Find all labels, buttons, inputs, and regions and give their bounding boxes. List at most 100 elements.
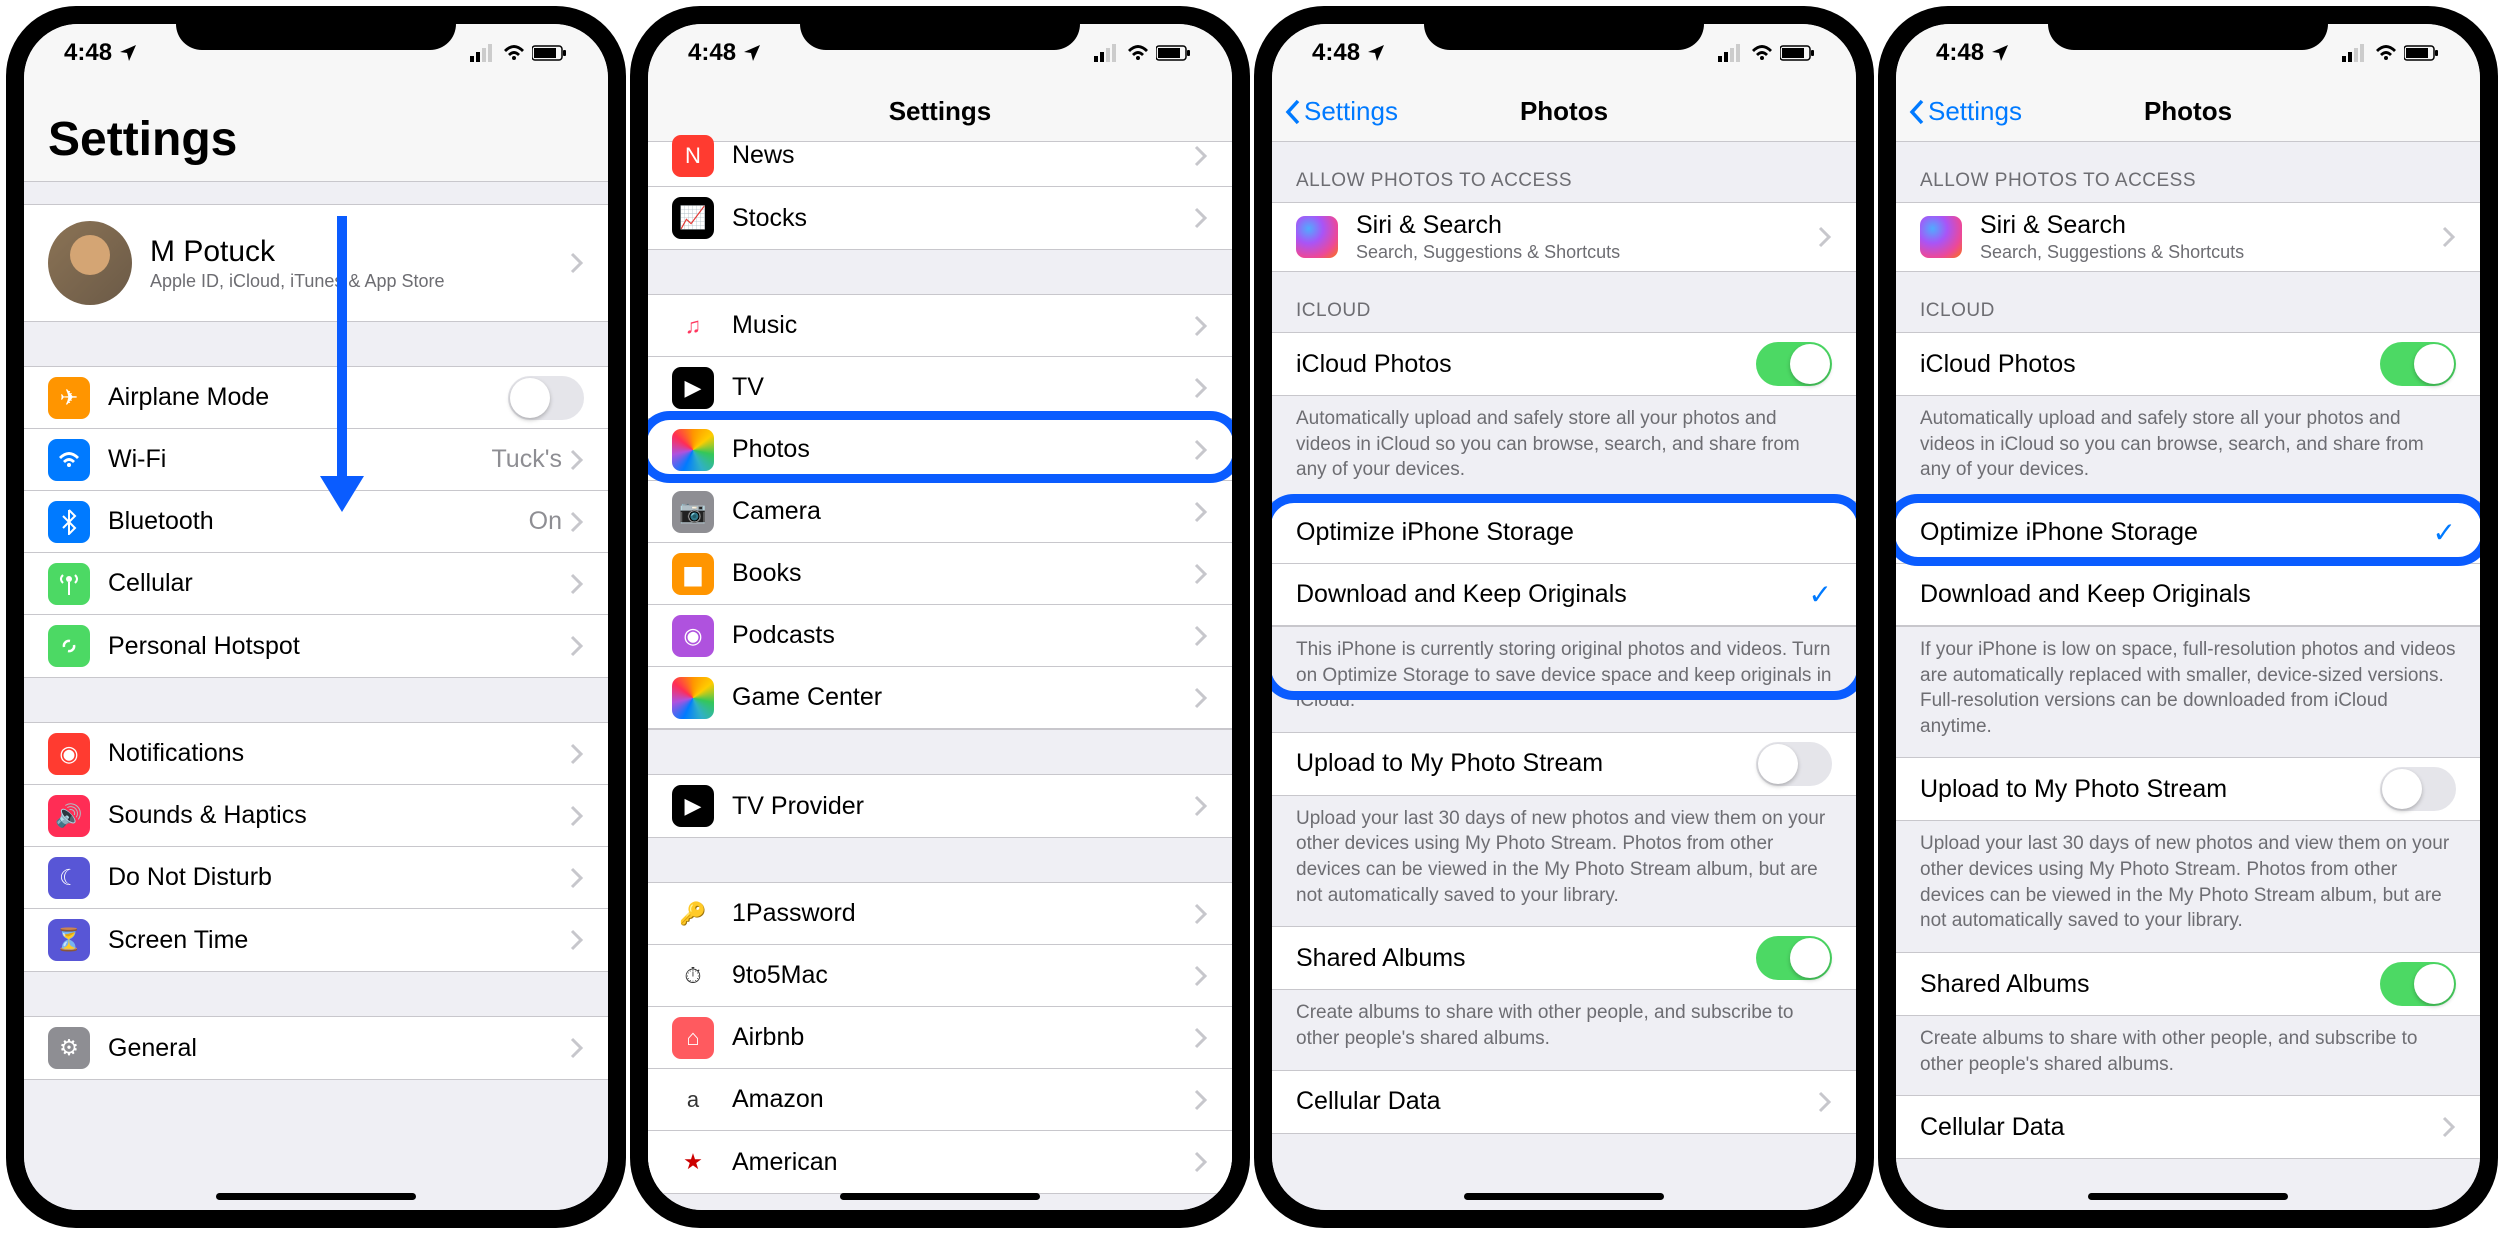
toggle[interactable] <box>1756 342 1832 386</box>
row-label: Amazon <box>732 1085 1194 1114</box>
app-icon <box>672 677 714 719</box>
row-label: 9to5Mac <box>732 961 1194 990</box>
battery-icon <box>1780 44 1816 62</box>
settings-row[interactable]: Game Center <box>648 667 1232 729</box>
row-label: Airplane Mode <box>108 383 508 412</box>
chevron-icon <box>1194 687 1208 709</box>
cellular-data-row[interactable]: Cellular Data <box>1272 1071 1856 1133</box>
home-indicator[interactable] <box>840 1193 1040 1200</box>
download-originals-row[interactable]: Download and Keep Originals ✓ <box>1272 564 1856 626</box>
toggle[interactable] <box>2380 767 2456 811</box>
row-label: iCloud Photos <box>1296 350 1756 379</box>
storage-footer: This iPhone is currently storing origina… <box>1272 627 1856 720</box>
row-label: Shared Albums <box>1920 970 2380 999</box>
settings-row[interactable]: ▆Books <box>648 543 1232 605</box>
chevron-icon <box>1194 965 1208 987</box>
screen-2: 4:48 Settings NNews📈Stocks ♫Music▶TVPhot… <box>648 24 1232 1210</box>
toggle[interactable] <box>2380 962 2456 1006</box>
app-icon: 📷 <box>672 491 714 533</box>
optimize-storage-row[interactable]: Optimize iPhone Storage <box>1272 502 1856 564</box>
settings-row[interactable]: ★American <box>648 1131 1232 1193</box>
siri-subtitle: Search, Suggestions & Shortcuts <box>1356 242 1818 263</box>
settings-row[interactable]: ⌂Airbnb <box>648 1007 1232 1069</box>
signal-icon <box>470 44 496 62</box>
icloud-photos-row[interactable]: iCloud Photos <box>1272 333 1856 395</box>
row-label: Personal Hotspot <box>108 632 570 661</box>
nav-title: Settings <box>889 96 992 127</box>
toggle[interactable] <box>1756 742 1832 786</box>
chevron-icon <box>570 573 584 595</box>
settings-row[interactable]: ☾Do Not Disturb <box>24 847 608 909</box>
siri-icon <box>1296 216 1338 258</box>
settings-row[interactable]: ◉Podcasts <box>648 605 1232 667</box>
settings-row[interactable]: Photos <box>648 419 1232 481</box>
photo-stream-row[interactable]: Upload to My Photo Stream <box>1272 733 1856 795</box>
battery-icon <box>1156 44 1192 62</box>
siri-search-row[interactable]: Siri & Search Search, Suggestions & Shor… <box>1896 203 2480 271</box>
chevron-icon <box>570 252 584 274</box>
app-icon: ✈︎ <box>48 377 90 419</box>
settings-row[interactable]: ⚙General <box>24 1017 608 1079</box>
toggle[interactable] <box>1756 936 1832 980</box>
location-icon <box>1366 43 1386 63</box>
icloud-photos-row[interactable]: iCloud Photos <box>1896 333 2480 395</box>
siri-title: Siri & Search <box>1980 211 2442 240</box>
row-label: Cellular Data <box>1296 1087 1818 1116</box>
toggle[interactable] <box>508 376 584 420</box>
icloud-footer: Automatically upload and safely store al… <box>1272 396 1856 489</box>
row-label: News <box>732 141 1194 170</box>
toggle[interactable] <box>2380 342 2456 386</box>
shared-albums-row[interactable]: Shared Albums <box>1896 953 2480 1015</box>
storage-group: Optimize iPhone Storage Download and Kee… <box>1272 501 1856 627</box>
settings-row[interactable]: ▶TV Provider <box>648 775 1232 837</box>
nav-bar: Settings Photos <box>1896 82 2480 142</box>
settings-row[interactable]: ▶TV <box>648 357 1232 419</box>
cellular-data-row[interactable]: Cellular Data <box>1896 1096 2480 1158</box>
home-indicator[interactable] <box>216 1193 416 1200</box>
settings-row[interactable]: NNews <box>648 125 1232 187</box>
home-indicator[interactable] <box>1464 1193 1664 1200</box>
settings-row[interactable]: a Amazon <box>648 1069 1232 1131</box>
settings-row[interactable]: Cellular <box>24 553 608 615</box>
row-label: Photos <box>732 435 1194 464</box>
row-label: Upload to My Photo Stream <box>1296 749 1756 778</box>
settings-row[interactable]: 📷 Camera <box>648 481 1232 543</box>
nav-bar: Settings Photos <box>1272 82 1856 142</box>
settings-root: Settings M Potuck Apple ID, iCloud, iTun… <box>24 82 608 1210</box>
back-button[interactable]: Settings <box>1908 96 2022 127</box>
siri-search-row[interactable]: Siri & Search Search, Suggestions & Shor… <box>1272 203 1856 271</box>
page-title: Settings <box>24 82 608 182</box>
home-indicator[interactable] <box>2088 1193 2288 1200</box>
settings-row[interactable]: ⏳Screen Time <box>24 909 608 971</box>
nav-title: Photos <box>1520 96 1608 127</box>
settings-row[interactable]: ♫Music <box>648 295 1232 357</box>
back-button[interactable]: Settings <box>1284 96 1398 127</box>
shared-albums-row[interactable]: Shared Albums <box>1272 927 1856 989</box>
notch <box>1424 6 1704 50</box>
phone-frame-4: 4:48 Settings Photos ALLOW PHOTOS TO ACC… <box>1878 6 2498 1228</box>
row-value: On <box>529 507 562 536</box>
settings-row[interactable]: 📈Stocks <box>648 187 1232 249</box>
row-label: Camera <box>732 497 1194 526</box>
optimize-storage-row[interactable]: Optimize iPhone Storage ✓ <box>1896 502 2480 564</box>
screen-3: 4:48 Settings Photos ALLOW PHOTOS TO ACC… <box>1272 24 1856 1210</box>
row-label: Sounds & Haptics <box>108 801 570 830</box>
section-header-icloud: ICLOUD <box>1272 272 1856 332</box>
photo-stream-row[interactable]: Upload to My Photo Stream <box>1896 758 2480 820</box>
row-label: Cellular <box>108 569 570 598</box>
photo-stream-footer: Upload your last 30 days of new photos a… <box>1896 821 2480 940</box>
app-icon <box>672 429 714 471</box>
settings-row[interactable]: ◉Notifications <box>24 723 608 785</box>
app-icon <box>48 625 90 667</box>
settings-row[interactable]: 🔑1Password <box>648 883 1232 945</box>
settings-row[interactable]: Personal Hotspot <box>24 615 608 677</box>
siri-icon <box>1920 216 1962 258</box>
row-label: TV Provider <box>732 792 1194 821</box>
row-label: Music <box>732 311 1194 340</box>
download-originals-row[interactable]: Download and Keep Originals <box>1896 564 2480 626</box>
app-icon: a <box>672 1079 714 1121</box>
settings-row[interactable]: 🔊Sounds & Haptics <box>24 785 608 847</box>
location-icon <box>1990 43 2010 63</box>
settings-row[interactable]: ⏱9to5Mac <box>648 945 1232 1007</box>
status-time: 4:48 <box>1936 39 1984 67</box>
